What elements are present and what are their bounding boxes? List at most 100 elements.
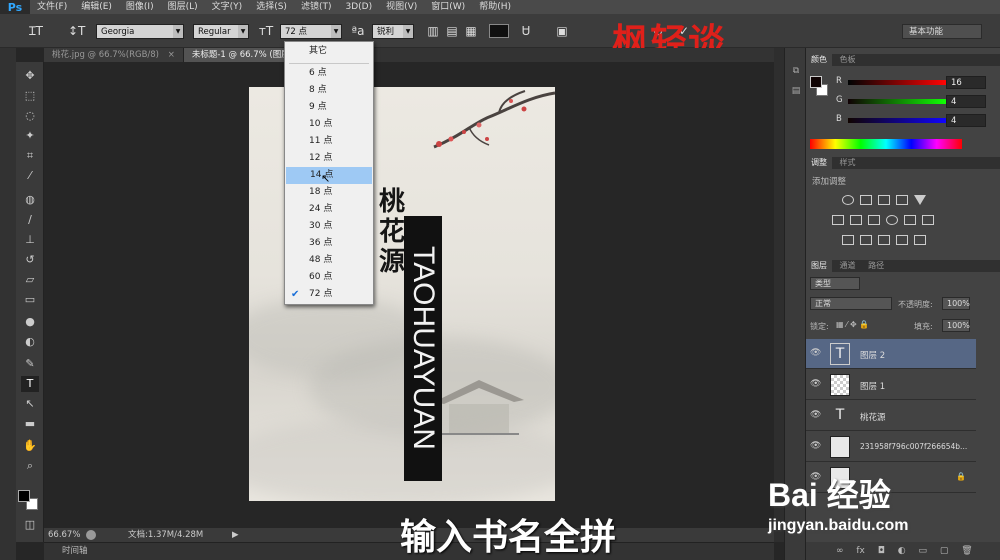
curves-icon[interactable]: [878, 195, 890, 205]
menu-layer[interactable]: 图层(L): [161, 0, 205, 14]
menu-window[interactable]: 窗口(W): [424, 0, 472, 14]
size-option-72[interactable]: ✔ 72 点: [285, 286, 373, 303]
size-option-60[interactable]: 60 点: [285, 269, 373, 286]
visibility-eye-icon[interactable]: 👁: [810, 348, 821, 358]
status-arrow-icon[interactable]: ▶: [232, 528, 239, 542]
status-menu-icon[interactable]: [86, 530, 96, 540]
align-left-icon[interactable]: ▥: [425, 23, 441, 39]
size-option-36[interactable]: 36 点: [285, 235, 373, 252]
tab-styles[interactable]: 样式: [835, 157, 861, 169]
posterize-icon[interactable]: [860, 235, 872, 245]
font-size-select[interactable]: 72 点 ▼: [280, 24, 342, 39]
blur-tool-icon[interactable]: ●: [21, 314, 39, 330]
blue-slider[interactable]: [848, 118, 946, 123]
zoom-tool-icon[interactable]: ⌕: [21, 458, 39, 474]
stamp-tool-icon[interactable]: ⊥: [21, 232, 39, 248]
antialias-select[interactable]: 锐利 ▼: [372, 24, 414, 39]
menu-3d[interactable]: 3D(D): [338, 0, 379, 14]
tab-paths[interactable]: 路径: [863, 260, 889, 272]
color-balance-icon[interactable]: [850, 215, 862, 225]
warp-text-icon[interactable]: Ꮜ: [518, 23, 534, 39]
layer-row[interactable]: 👁 T 桃花源: [806, 401, 976, 431]
close-icon[interactable]: ×: [168, 50, 175, 60]
history-panel-icon[interactable]: ⧉: [789, 64, 803, 78]
new-layer-icon[interactable]: ▢: [940, 546, 949, 556]
link-layers-icon[interactable]: ∞: [836, 546, 844, 556]
tab-color[interactable]: 颜色: [806, 54, 832, 66]
channel-mixer-icon[interactable]: [904, 215, 916, 225]
brightness-icon[interactable]: [842, 195, 854, 205]
font-style-select[interactable]: Regular ▼: [193, 24, 249, 39]
align-right-icon[interactable]: ▦: [463, 23, 479, 39]
layer-kind-filter[interactable]: 类型: [810, 277, 860, 290]
history-brush-tool-icon[interactable]: ↺: [21, 252, 39, 268]
visibility-eye-icon[interactable]: 👁: [810, 379, 821, 389]
layer-row[interactable]: 👁 231958f796c007f266654b...: [806, 432, 976, 462]
adjustment-layer-icon[interactable]: ◐: [898, 546, 906, 556]
properties-panel-icon[interactable]: ▤: [789, 84, 803, 98]
dodge-tool-icon[interactable]: ◐: [21, 334, 39, 350]
menu-file[interactable]: 文件(F): [30, 0, 74, 14]
tab-swatches[interactable]: 色板: [835, 54, 861, 66]
menu-edit[interactable]: 编辑(E): [74, 0, 119, 14]
magic-wand-tool-icon[interactable]: ✦: [21, 128, 39, 144]
size-option-24[interactable]: 24 点: [285, 201, 373, 218]
menu-type[interactable]: 文字(Y): [205, 0, 250, 14]
gradient-map-icon[interactable]: [914, 235, 926, 245]
size-option-30[interactable]: 30 点: [285, 218, 373, 235]
fx-icon[interactable]: fx: [856, 546, 865, 556]
invert-icon[interactable]: [842, 235, 854, 245]
menu-select[interactable]: 选择(S): [249, 0, 294, 14]
red-slider[interactable]: [848, 80, 946, 85]
tab-peach-jpg[interactable]: 桃花.jpg @ 66.7%(RGB/8) ×: [44, 48, 184, 62]
threshold-icon[interactable]: [878, 235, 890, 245]
group-icon[interactable]: ▭: [918, 546, 927, 556]
vertical-scrollbar[interactable]: [774, 48, 784, 542]
add-mask-icon[interactable]: ◘: [878, 546, 885, 556]
crop-tool-icon[interactable]: ⌗: [21, 148, 39, 164]
move-tool-icon[interactable]: ✥: [21, 68, 39, 84]
size-option-10[interactable]: 10 点: [285, 116, 373, 133]
healing-brush-tool-icon[interactable]: ◍: [21, 192, 39, 208]
blend-mode-select[interactable]: 正常: [810, 297, 892, 310]
eraser-tool-icon[interactable]: ▱: [21, 272, 39, 288]
size-option-9[interactable]: 9 点: [285, 99, 373, 116]
menu-image[interactable]: 图像(I): [119, 0, 161, 14]
visibility-eye-icon[interactable]: 👁: [810, 441, 821, 451]
size-option-12[interactable]: 12 点: [285, 150, 373, 167]
eyedropper-tool-icon[interactable]: ⁄: [21, 168, 39, 184]
color-fg-swatch[interactable]: [810, 76, 822, 88]
quick-mask-icon[interactable]: ◫: [21, 517, 39, 533]
lasso-tool-icon[interactable]: ◌: [21, 108, 39, 124]
color-lookup-icon[interactable]: [922, 215, 934, 225]
size-option-18[interactable]: 18 点: [285, 184, 373, 201]
brush-tool-icon[interactable]: ∕: [21, 212, 39, 228]
marquee-tool-icon[interactable]: ⬚: [21, 88, 39, 104]
toggle-text-orientation-icon[interactable]: ↕T: [68, 23, 85, 39]
size-option-11[interactable]: 11 点: [285, 133, 373, 150]
tab-layers[interactable]: 图层: [806, 260, 832, 272]
size-option-48[interactable]: 48 点: [285, 252, 373, 269]
align-center-icon[interactable]: ▤: [444, 23, 460, 39]
menu-help[interactable]: 帮助(H): [472, 0, 518, 14]
black-white-icon[interactable]: [868, 215, 880, 225]
fill-input[interactable]: 100%: [942, 319, 970, 332]
size-option-8[interactable]: 8 点: [285, 82, 373, 99]
tab-adjustments[interactable]: 调整: [806, 157, 832, 169]
photo-filter-icon[interactable]: [886, 215, 898, 225]
pen-tool-icon[interactable]: ✎: [21, 356, 39, 372]
text-color-swatch[interactable]: [489, 24, 509, 38]
hue-saturation-icon[interactable]: [832, 215, 844, 225]
green-slider[interactable]: [848, 99, 946, 104]
exposure-icon[interactable]: [896, 195, 908, 205]
opacity-input[interactable]: 100%: [942, 297, 970, 310]
path-selection-tool-icon[interactable]: ↖: [21, 396, 39, 412]
visibility-eye-icon[interactable]: 👁: [810, 410, 821, 420]
menu-filter[interactable]: 滤镜(T): [294, 0, 339, 14]
zoom-level[interactable]: 66.67%: [48, 528, 80, 542]
green-value-input[interactable]: 4: [946, 95, 986, 108]
foreground-color-swatch[interactable]: [18, 490, 30, 502]
vibrance-icon[interactable]: [914, 195, 926, 205]
color-spectrum-bar[interactable]: [810, 139, 962, 149]
menu-view[interactable]: 视图(V): [379, 0, 424, 14]
